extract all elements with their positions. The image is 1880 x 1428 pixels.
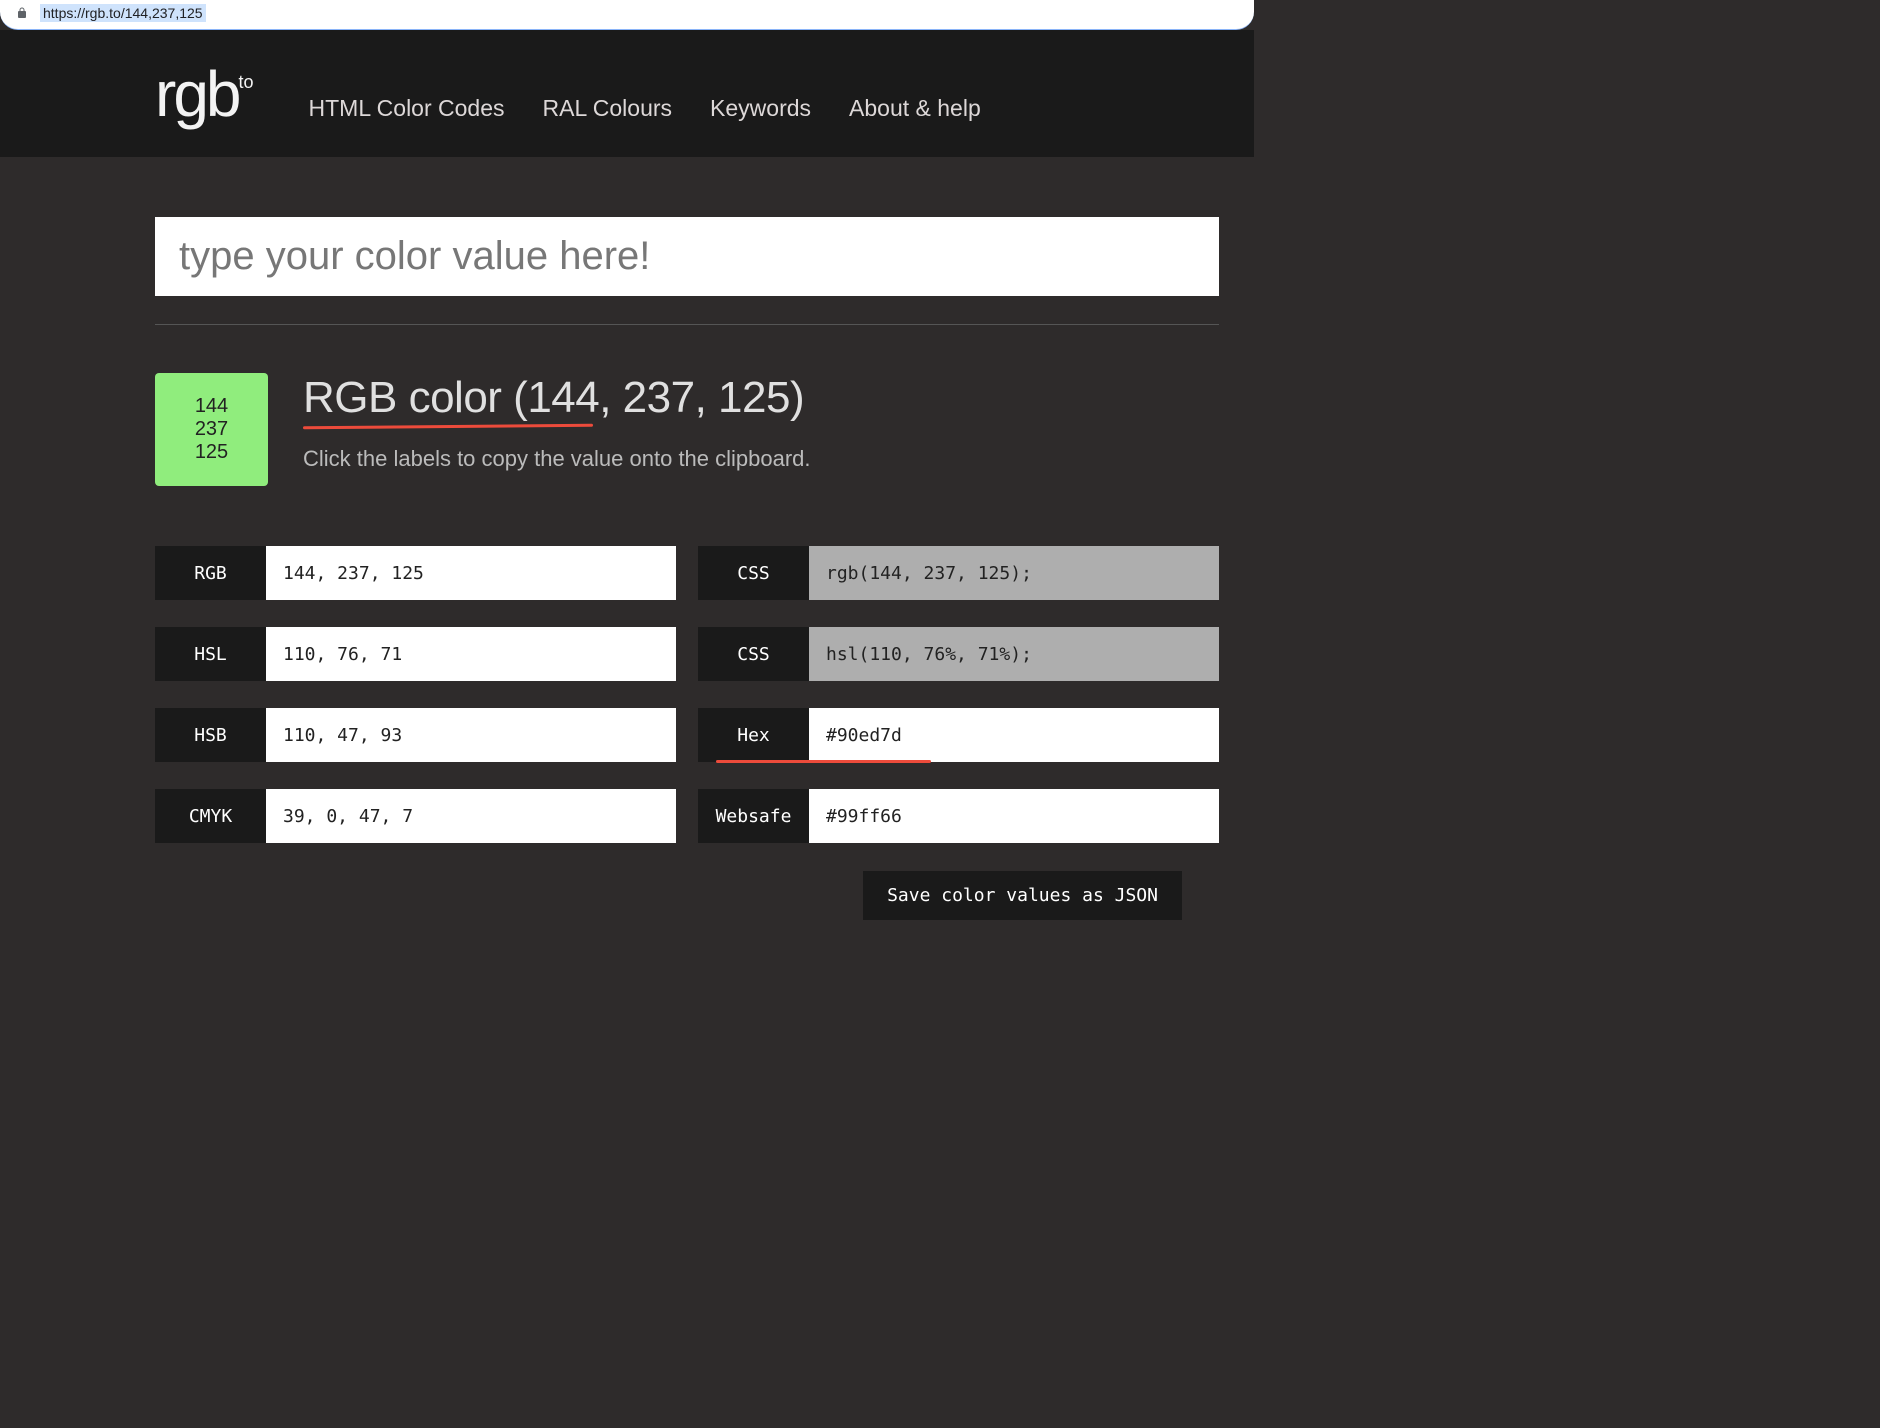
nav-keywords[interactable]: Keywords bbox=[710, 95, 811, 122]
value-box[interactable]: #90ed7d bbox=[809, 708, 1219, 762]
value-box[interactable]: 110, 47, 93 bbox=[266, 708, 676, 762]
page-subtitle: Click the labels to copy the value onto … bbox=[303, 446, 811, 472]
divider bbox=[155, 324, 1219, 325]
value-chip-hsl: HSL 110, 76, 71 bbox=[155, 627, 676, 681]
value-chip-css-rgb: CSS rgb(144, 237, 125); bbox=[698, 546, 1219, 600]
nav-about-help[interactable]: About & help bbox=[849, 95, 981, 122]
value-box[interactable]: #99ff66 bbox=[809, 789, 1219, 843]
url-text[interactable]: https://rgb.to/144,237,125 bbox=[40, 4, 206, 22]
annotation-underline-icon bbox=[303, 424, 593, 430]
value-chip-websafe: Websafe #99ff66 bbox=[698, 789, 1219, 843]
value-label[interactable]: HSL bbox=[155, 627, 266, 681]
value-box[interactable]: rgb(144, 237, 125); bbox=[809, 546, 1219, 600]
color-values-grid: RGB 144, 237, 125 CSS rgb(144, 237, 125)… bbox=[155, 546, 1195, 843]
value-label[interactable]: Hex bbox=[698, 708, 809, 762]
swatch-b: 125 bbox=[195, 441, 228, 464]
value-box[interactable]: hsl(110, 76%, 71%); bbox=[809, 627, 1219, 681]
save-json-button[interactable]: Save color values as JSON bbox=[863, 871, 1182, 920]
value-label[interactable]: HSB bbox=[155, 708, 266, 762]
value-label[interactable]: Websafe bbox=[698, 789, 809, 843]
swatch-g: 237 bbox=[195, 418, 228, 441]
color-search-input[interactable] bbox=[155, 217, 1219, 296]
main-content: 144 237 125 RGB color (144, 237, 125) Cl… bbox=[0, 157, 1230, 843]
swatch-r: 144 bbox=[195, 395, 228, 418]
value-label[interactable]: CSS bbox=[698, 627, 809, 681]
value-label[interactable]: RGB bbox=[155, 546, 266, 600]
logo-main: rgb bbox=[155, 58, 239, 130]
value-box[interactable]: 39, 0, 47, 7 bbox=[266, 789, 676, 843]
nav-ral-colours[interactable]: RAL Colours bbox=[543, 95, 673, 122]
nav-html-color-codes[interactable]: HTML Color Codes bbox=[309, 95, 505, 122]
value-chip-cmyk: CMYK 39, 0, 47, 7 bbox=[155, 789, 676, 843]
logo-sup: to bbox=[239, 72, 254, 92]
color-swatch: 144 237 125 bbox=[155, 373, 268, 486]
value-box[interactable]: 110, 76, 71 bbox=[266, 627, 676, 681]
value-chip-rgb: RGB 144, 237, 125 bbox=[155, 546, 676, 600]
value-chip-hex: Hex #90ed7d bbox=[698, 708, 1219, 762]
value-chip-hsb: HSB 110, 47, 93 bbox=[155, 708, 676, 762]
value-chip-css-hsl: CSS hsl(110, 76%, 71%); bbox=[698, 627, 1219, 681]
site-header: rgbto HTML Color Codes RAL Colours Keywo… bbox=[0, 30, 1254, 157]
value-label[interactable]: CMYK bbox=[155, 789, 266, 843]
annotation-underline-icon bbox=[716, 760, 931, 763]
lock-icon bbox=[16, 6, 28, 20]
site-logo[interactable]: rgbto bbox=[155, 57, 254, 131]
value-box[interactable]: 144, 237, 125 bbox=[266, 546, 676, 600]
url-bar: https://rgb.to/144,237,125 bbox=[0, 0, 1254, 30]
page-title: RGB color (144, 237, 125) bbox=[303, 373, 811, 423]
value-label[interactable]: CSS bbox=[698, 546, 809, 600]
main-nav: HTML Color Codes RAL Colours Keywords Ab… bbox=[309, 95, 981, 122]
